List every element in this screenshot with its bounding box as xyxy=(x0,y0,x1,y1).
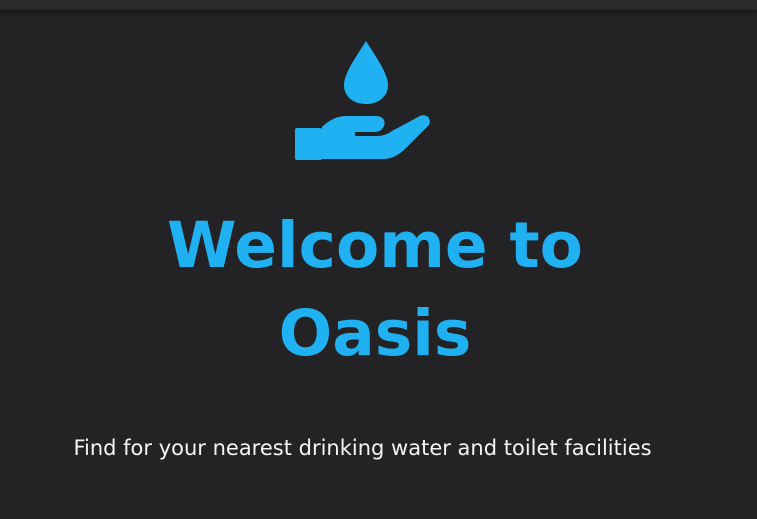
top-bar xyxy=(0,0,757,10)
landing-page: Welcome to Oasis Find for your nearest d… xyxy=(0,0,757,519)
hand-holding-water-drop-icon xyxy=(293,38,433,162)
page-title: Welcome to Oasis xyxy=(167,209,583,370)
page-subtitle: Find for your nearest drinking water and… xyxy=(73,436,652,460)
